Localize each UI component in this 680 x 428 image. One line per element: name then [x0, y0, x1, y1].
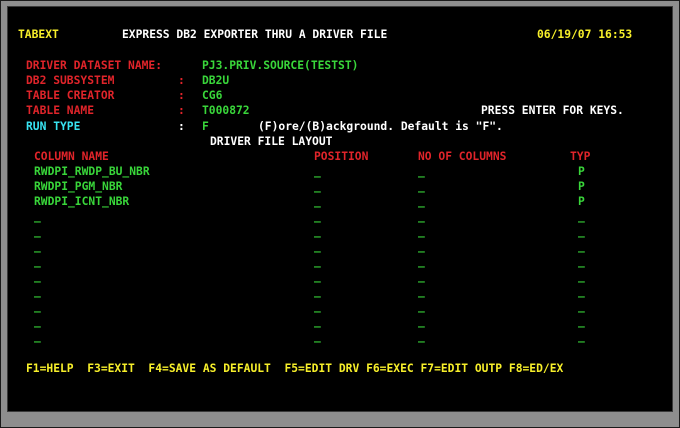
type-field[interactable]: _	[578, 315, 585, 328]
position-field[interactable]: _	[314, 285, 321, 298]
num-columns-field[interactable]: _	[418, 315, 425, 328]
date-time: 06/19/07 16:53	[537, 28, 633, 41]
num-columns-field[interactable]: _	[418, 270, 425, 283]
creator-field[interactable]: CG6	[202, 89, 222, 102]
table-name-field[interactable]: T000872	[202, 104, 250, 117]
position-header: POSITION	[314, 150, 369, 163]
position-field[interactable]: _	[314, 180, 321, 193]
column-name-field[interactable]: _	[34, 285, 41, 298]
type-field[interactable]: P	[578, 195, 585, 208]
type-field[interactable]: P	[578, 180, 585, 193]
position-field[interactable]: _	[314, 330, 321, 343]
num-columns-field[interactable]: _	[418, 195, 425, 208]
layout-title: DRIVER FILE LAYOUT	[210, 135, 333, 148]
column-name-field[interactable]: _	[34, 225, 41, 238]
type-field[interactable]: _	[578, 285, 585, 298]
function-key-bar: F1=HELP F3=EXIT F4=SAVE AS DEFAULT F5=ED…	[26, 362, 564, 375]
column-name-field[interactable]: _	[34, 240, 41, 253]
position-field[interactable]: _	[314, 270, 321, 283]
type-field[interactable]: P	[578, 165, 585, 178]
type-field[interactable]: _	[578, 225, 585, 238]
column-name-field[interactable]: _	[34, 300, 41, 313]
column-name-field[interactable]: RWDPI_PGM_NBR	[34, 180, 122, 193]
num-columns-field[interactable]: _	[418, 240, 425, 253]
press-enter-hint: PRESS ENTER FOR KEYS.	[481, 104, 624, 117]
position-field[interactable]: _	[314, 255, 321, 268]
column-name-field[interactable]: _	[34, 255, 41, 268]
position-field[interactable]: _	[314, 300, 321, 313]
screen-title: EXPRESS DB2 EXPORTER THRU A DRIVER FILE	[122, 28, 388, 41]
type-field[interactable]: _	[578, 240, 585, 253]
panel-id: TABEXT	[18, 28, 59, 41]
column-name-field[interactable]: _	[34, 315, 41, 328]
column-name-field[interactable]: _	[34, 210, 41, 223]
creator-colon: :	[178, 89, 185, 102]
terminal-screen: TABEXT EXPRESS DB2 EXPORTER THRU A DRIVE…	[7, 6, 673, 412]
type-field[interactable]: _	[578, 210, 585, 223]
column-name-field[interactable]: RWDPI_ICNT_NBR	[34, 195, 129, 208]
num-columns-field[interactable]: _	[418, 255, 425, 268]
dataset-label: DRIVER DATASET NAME:	[26, 59, 163, 72]
creator-label: TABLE CREATOR	[26, 89, 115, 102]
column-name-header: COLUMN NAME	[34, 150, 109, 163]
num-columns-field[interactable]: _	[418, 180, 425, 193]
dataset-field[interactable]: PJ3.PRIV.SOURCE(TESTST)	[202, 59, 358, 72]
subsystem-colon: :	[178, 74, 185, 87]
position-field[interactable]: _	[314, 240, 321, 253]
position-field[interactable]: _	[314, 165, 321, 178]
num-columns-header: NO OF COLUMNS	[418, 150, 507, 163]
position-field[interactable]: _	[314, 195, 321, 208]
column-name-field[interactable]: _	[34, 330, 41, 343]
column-name-field[interactable]: RWDPI_RWDP_BU_NBR	[34, 165, 150, 178]
num-columns-field[interactable]: _	[418, 330, 425, 343]
type-field[interactable]: _	[578, 330, 585, 343]
subsystem-field[interactable]: DB2U	[202, 74, 229, 87]
position-field[interactable]: _	[314, 210, 321, 223]
run-type-colon: :	[178, 120, 185, 133]
table-name-label: TABLE NAME	[26, 104, 95, 117]
subsystem-label: DB2 SUBSYSTEM	[26, 74, 115, 87]
run-type-label: RUN TYPE	[26, 120, 81, 133]
num-columns-field[interactable]: _	[418, 300, 425, 313]
type-field[interactable]: _	[578, 300, 585, 313]
type-field[interactable]: _	[578, 255, 585, 268]
position-field[interactable]: _	[314, 225, 321, 238]
position-field[interactable]: _	[314, 315, 321, 328]
run-type-field[interactable]: F	[202, 120, 209, 133]
type-header: TYP	[570, 150, 591, 163]
type-field[interactable]: _	[578, 270, 585, 283]
table-name-colon: :	[178, 104, 185, 117]
run-type-hint: (F)ore/(B)ackground. Default is "F".	[258, 120, 503, 133]
column-name-field[interactable]: _	[34, 270, 41, 283]
num-columns-field[interactable]: _	[418, 285, 425, 298]
num-columns-field[interactable]: _	[418, 210, 425, 223]
num-columns-field[interactable]: _	[418, 165, 425, 178]
terminal-window-frame: TABEXT EXPRESS DB2 EXPORTER THRU A DRIVE…	[0, 0, 680, 428]
num-columns-field[interactable]: _	[418, 225, 425, 238]
